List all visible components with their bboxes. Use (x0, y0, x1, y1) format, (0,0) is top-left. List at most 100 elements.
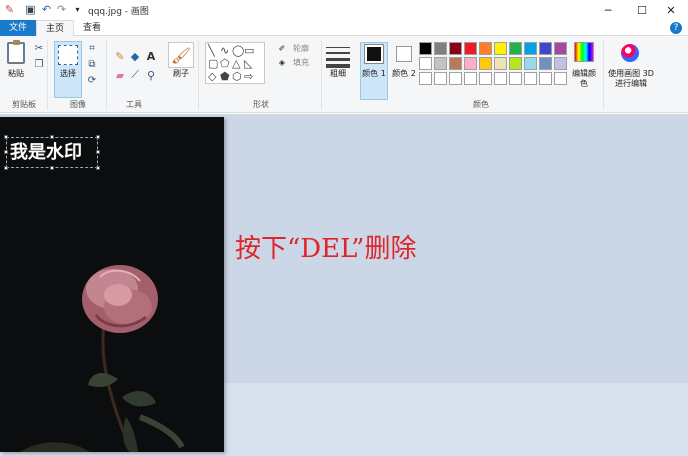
palette-color-swatch[interactable] (419, 57, 432, 70)
oval-shape-icon[interactable]: ◯ (232, 45, 244, 56)
selection-handle[interactable] (96, 135, 100, 139)
minimize-button[interactable]: ─ (591, 0, 625, 20)
palette-color-swatch[interactable] (479, 42, 492, 55)
brush-icon[interactable]: 🖌 (168, 42, 194, 68)
save-icon[interactable]: ▣ (24, 3, 37, 16)
paste-icon[interactable] (7, 40, 25, 64)
help-icon[interactable]: ? (670, 22, 682, 34)
eraser-icon[interactable]: ▰ (114, 69, 126, 82)
window-title: qqq.jpg - 画图 (88, 7, 149, 17)
color1-label: 颜色 1 (362, 69, 386, 78)
tab-view[interactable]: 查看 (74, 20, 110, 36)
edit-colors-label[interactable]: 编辑颜色 (572, 69, 596, 89)
fill-shape-icon: ◈ (278, 58, 286, 67)
selection-handle[interactable] (4, 150, 8, 154)
curve-shape-icon[interactable]: ∿ (220, 45, 229, 56)
arrow-shape-icon[interactable]: ⇨ (244, 71, 253, 82)
polygon-shape-icon[interactable]: ⬠ (220, 58, 230, 69)
palette-color-swatch[interactable] (449, 57, 462, 70)
selection-handle[interactable] (4, 166, 8, 170)
line-shape-icon[interactable]: ╲ (208, 45, 215, 56)
palette-color-swatch[interactable] (494, 72, 507, 85)
palette-color-swatch[interactable] (464, 42, 477, 55)
tab-home[interactable]: 主页 (36, 20, 74, 37)
palette-color-swatch[interactable] (524, 42, 537, 55)
palette-color-swatch[interactable] (554, 42, 567, 55)
palette-color-swatch[interactable] (539, 57, 552, 70)
title-bar: ✎ ▣ ↶ ↷ ▾ qqq.jpg - 画图 ─ ☐ ✕ (0, 0, 688, 20)
close-button[interactable]: ✕ (654, 0, 688, 20)
right-triangle-shape-icon[interactable]: ◺ (244, 58, 252, 69)
palette-color-swatch[interactable] (434, 42, 447, 55)
edit-colors-icon[interactable] (574, 42, 594, 62)
rotate-icon[interactable]: ⟳ (86, 74, 98, 86)
palette-color-swatch[interactable] (449, 42, 462, 55)
palette-color-swatch[interactable] (464, 57, 477, 70)
pentagon-shape-icon[interactable]: ⬟ (220, 71, 230, 82)
palette-color-swatch[interactable] (554, 72, 567, 85)
undo-icon[interactable]: ↶ (40, 3, 53, 16)
palette-color-swatch[interactable] (419, 42, 432, 55)
palette-color-swatch[interactable] (509, 57, 522, 70)
palette-color-swatch[interactable] (494, 42, 507, 55)
pencil-icon[interactable]: ✎ (114, 50, 126, 63)
roundrect-shape-icon[interactable]: ▢ (208, 58, 218, 69)
palette-color-swatch[interactable] (464, 72, 477, 85)
paint3d-icon[interactable] (621, 44, 639, 62)
size-label[interactable]: 粗细 (325, 69, 351, 79)
hexagon-shape-icon[interactable]: ⬡ (232, 71, 242, 82)
customize-toolbar-icon[interactable]: ▾ (71, 3, 84, 16)
palette-color-swatch[interactable] (419, 72, 432, 85)
palette-color-swatch[interactable] (554, 57, 567, 70)
selection-handle[interactable] (96, 166, 100, 170)
selection-handle[interactable] (96, 150, 100, 154)
fill-icon[interactable]: ◆ (129, 50, 141, 63)
palette-color-swatch[interactable] (434, 57, 447, 70)
cut-icon[interactable]: ✂ (33, 42, 45, 54)
selection-handle[interactable] (50, 135, 54, 139)
tab-file[interactable]: 文件 (0, 20, 36, 36)
palette-color-swatch[interactable] (479, 57, 492, 70)
color2-label[interactable]: 颜色 2 (391, 69, 417, 79)
fill-shape-label[interactable]: 填充 (289, 58, 313, 68)
redo-icon[interactable]: ↷ (55, 3, 68, 16)
paste-label[interactable]: 粘贴 (4, 69, 28, 79)
resize-icon[interactable]: ⧉ (86, 58, 98, 70)
palette-color-swatch[interactable] (479, 72, 492, 85)
shapes-gallery[interactable]: ╲ ∿ ◯ ▭ ▢ ⬠ △ ◺ ◇ ⬟ ⬡ ⇨ (205, 42, 265, 84)
copy-icon[interactable]: ❐ (33, 58, 45, 70)
clipboard-group-label: 剪贴板 (12, 100, 36, 109)
size-icon[interactable] (326, 45, 350, 68)
palette-color-swatch[interactable] (434, 72, 447, 85)
palette-color-swatch[interactable] (494, 57, 507, 70)
delete-instruction: 按下“DEL”删除 (235, 234, 417, 264)
color1-swatch (364, 44, 384, 64)
palette-color-swatch[interactable] (539, 42, 552, 55)
color2-swatch[interactable] (396, 46, 412, 62)
triangle-shape-icon[interactable]: △ (232, 58, 240, 69)
outline-label[interactable]: 轮廓 (289, 44, 313, 54)
palette-color-swatch[interactable] (509, 42, 522, 55)
paint3d-label[interactable]: 使用画图 3D 进行编辑 (606, 69, 656, 89)
palette-color-swatch[interactable] (539, 72, 552, 85)
paint-app-icon: ✎ (4, 3, 15, 16)
shapes-group-label: 形状 (253, 100, 269, 109)
magnifier-icon[interactable]: ⚲ (145, 69, 157, 82)
select-label: 选择 (60, 69, 76, 78)
maximize-icon: ☐ (637, 3, 647, 17)
close-icon: ✕ (666, 3, 676, 17)
rect-shape-icon[interactable]: ▭ (244, 45, 254, 56)
selection-handle[interactable] (50, 166, 54, 170)
selection-handle[interactable] (4, 135, 8, 139)
palette-color-swatch[interactable] (524, 57, 537, 70)
crop-icon[interactable]: ⌗ (86, 42, 98, 54)
palette-color-swatch[interactable] (449, 72, 462, 85)
brushes-label[interactable]: 刷子 (168, 69, 194, 79)
palette-color-swatch[interactable] (509, 72, 522, 85)
select-icon (58, 45, 78, 65)
palette-color-swatch[interactable] (524, 72, 537, 85)
text-icon[interactable]: A (145, 50, 157, 63)
tools-group-label: 工具 (126, 100, 142, 109)
color-picker-icon[interactable]: ⟋ (129, 68, 141, 81)
diamond-shape-icon[interactable]: ◇ (208, 71, 216, 82)
